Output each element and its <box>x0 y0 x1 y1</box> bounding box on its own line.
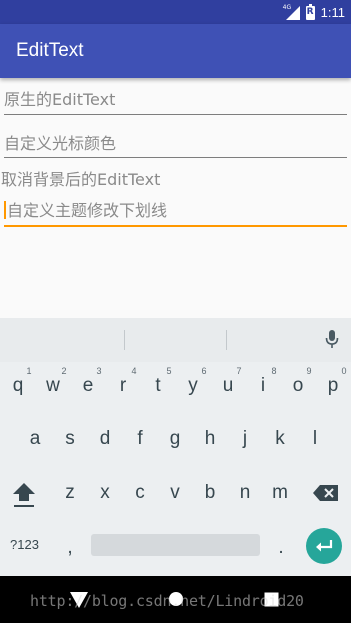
period-key[interactable]: . <box>266 533 296 563</box>
edittext-custom-theme-underline <box>4 225 347 227</box>
key-z[interactable]: z <box>55 478 85 508</box>
key-h[interactable]: h <box>195 424 225 454</box>
status-icons: 4G R 1:11 <box>282 2 345 22</box>
key-r[interactable]: r <box>108 371 138 401</box>
key-f[interactable]: f <box>125 424 155 454</box>
suggestion-divider <box>226 330 227 350</box>
soft-keyboard: 1 2 3 4 5 6 7 8 9 0 q w e r t y u i o p … <box>0 318 351 576</box>
microphone-icon[interactable] <box>325 330 339 350</box>
key-b[interactable]: b <box>195 478 225 508</box>
edittext-custom-theme-hint: 自定义主题修改下划线 <box>7 201 168 220</box>
edittext-no-background-hint: 取消背景后的EditText <box>1 170 161 189</box>
key-l[interactable]: l <box>300 424 330 454</box>
shift-key[interactable] <box>12 481 36 509</box>
battery-level: R <box>306 7 314 17</box>
key-e[interactable]: e <box>73 371 103 401</box>
app-title: EditText <box>16 40 84 61</box>
key-d[interactable]: d <box>90 424 120 454</box>
key-u[interactable]: u <box>213 371 243 401</box>
space-bar[interactable] <box>91 534 260 556</box>
key-x[interactable]: x <box>90 478 120 508</box>
key-g[interactable]: g <box>160 424 190 454</box>
key-j[interactable]: j <box>230 424 260 454</box>
enter-key[interactable] <box>306 528 342 564</box>
key-w[interactable]: w <box>38 371 68 401</box>
edittext-native-hint: 原生的EditText <box>4 90 116 109</box>
text-cursor <box>4 201 6 219</box>
edittext-custom-cursor[interactable]: 自定义光标颜色 <box>4 133 347 158</box>
key-v[interactable]: v <box>160 478 190 508</box>
key-p[interactable]: p <box>318 371 348 401</box>
signal-icon: 4G <box>282 4 300 20</box>
edittext-native-underline <box>4 114 347 115</box>
edittext-custom-cursor-underline <box>4 157 347 158</box>
key-a[interactable]: a <box>20 424 50 454</box>
key-y[interactable]: y <box>178 371 208 401</box>
watermark: http://blog.csdn.net/Lindroid20 <box>30 592 304 610</box>
symbols-key[interactable]: ?123 <box>10 537 39 552</box>
app-bar: EditText <box>0 24 351 78</box>
edittext-native[interactable]: 原生的EditText <box>4 89 347 115</box>
comma-key[interactable]: , <box>55 533 85 563</box>
key-c[interactable]: c <box>125 478 155 508</box>
edittext-custom-cursor-hint: 自定义光标颜色 <box>4 134 117 153</box>
status-bar: 4G R 1:11 <box>0 0 351 24</box>
edittext-no-background[interactable]: 取消背景后的EditText <box>1 169 344 191</box>
key-n[interactable]: n <box>230 478 260 508</box>
key-t[interactable]: t <box>143 371 173 401</box>
edittext-custom-theme[interactable]: 自定义主题修改下划线 <box>4 200 347 227</box>
key-s[interactable]: s <box>55 424 85 454</box>
backspace-key[interactable] <box>313 484 339 502</box>
suggestion-divider <box>124 330 125 350</box>
key-o[interactable]: o <box>283 371 313 401</box>
key-m[interactable]: m <box>265 478 295 508</box>
key-i[interactable]: i <box>248 371 278 401</box>
network-type: 4G <box>282 4 292 11</box>
key-k[interactable]: k <box>265 424 295 454</box>
key-q[interactable]: q <box>3 371 33 401</box>
clock: 1:11 <box>320 4 345 20</box>
suggestion-strip <box>0 318 351 362</box>
enter-icon <box>316 540 333 552</box>
battery-icon: R <box>305 4 315 20</box>
